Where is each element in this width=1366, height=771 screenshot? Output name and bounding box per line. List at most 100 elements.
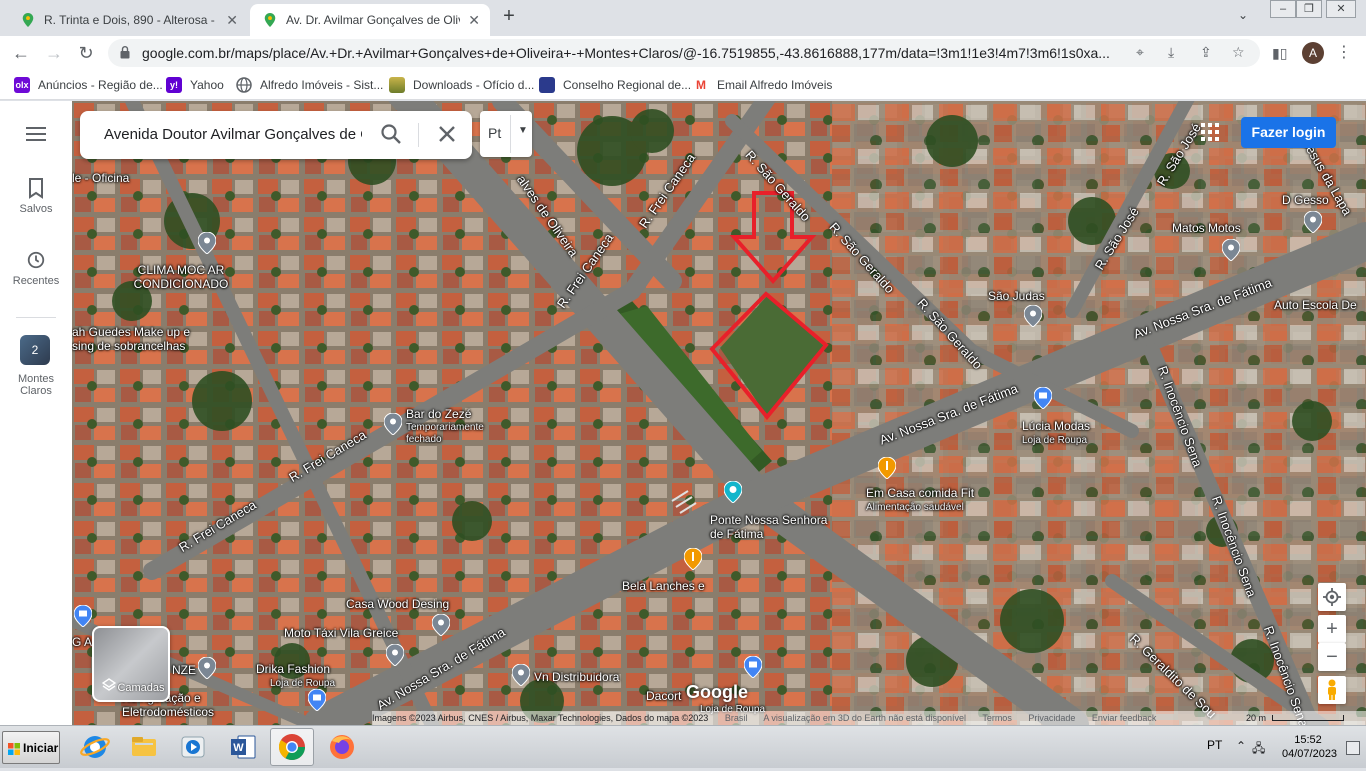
input-language-indicator[interactable]: PT: [1207, 738, 1222, 752]
privacy-link[interactable]: Privacidade: [1028, 713, 1075, 723]
bookmark-olx[interactable]: olx Anúncios - Região de...: [14, 77, 163, 93]
taskbar-word[interactable]: W: [221, 728, 265, 766]
minimize-button[interactable]: –: [1270, 0, 1296, 18]
location-icon[interactable]: ⌖: [1136, 44, 1144, 61]
satellite-map[interactable]: R. Frei Caneca R. Frei Caneca R. Frei Ca…: [72, 101, 1366, 725]
place-label[interactable]: G A: [72, 635, 92, 649]
bookmark-downloads[interactable]: Downloads - Ofício d...: [389, 77, 534, 93]
map-pin-icon[interactable]: [384, 413, 402, 435]
side-panel-icon[interactable]: ▮▯: [1272, 45, 1287, 62]
feedback-link[interactable]: Enviar feedback: [1092, 713, 1157, 723]
my-location-button[interactable]: [1318, 583, 1346, 611]
map-pin-icon[interactable]: [386, 644, 404, 666]
input-tools-button[interactable]: Pt ▼: [480, 111, 532, 157]
star-icon[interactable]: ☆: [1232, 44, 1245, 61]
shopping-pin-icon[interactable]: [744, 656, 762, 678]
shopping-pin-icon[interactable]: [308, 689, 326, 711]
taskbar-media-player[interactable]: [171, 728, 215, 766]
place-label[interactable]: NZE: [172, 663, 196, 677]
taskbar-internet-explorer[interactable]: [73, 728, 117, 766]
place-label[interactable]: Casa Wood Desing: [346, 597, 449, 611]
place-label[interactable]: Lúcia Modas: [1022, 419, 1090, 433]
terms-link[interactable]: Termos: [982, 713, 1012, 723]
country-link[interactable]: Brasil: [725, 713, 748, 723]
layers-button[interactable]: Camadas: [92, 626, 170, 702]
maps-search-box[interactable]: Avenida Doutor Avilmar Gonçalves de Oliv…: [80, 111, 472, 159]
place-label[interactable]: Vn Distribuidora: [534, 670, 619, 684]
tray-expand-icon[interactable]: ⌃: [1236, 739, 1246, 753]
place-label[interactable]: D Gesso: [1282, 193, 1329, 207]
close-icon[interactable]: [436, 123, 458, 145]
search-input[interactable]: Avenida Doutor Avilmar Gonçalves de Oliv…: [104, 126, 362, 143]
taskbar-firefox[interactable]: [320, 728, 364, 766]
apps-grid-icon[interactable]: [1200, 122, 1220, 142]
share-icon[interactable]: ⇪: [1200, 44, 1212, 61]
taskbar-chrome[interactable]: [270, 728, 314, 766]
taskbar-file-explorer[interactable]: [122, 728, 166, 766]
start-button[interactable]: Iniciar: [2, 731, 60, 764]
close-icon[interactable]: ✕: [468, 12, 480, 29]
place-label[interactable]: Drika Fashion: [256, 662, 330, 676]
place-label[interactable]: Matos Motos: [1172, 221, 1241, 235]
shopping-pin-icon[interactable]: [74, 605, 92, 627]
back-button[interactable]: ←: [9, 41, 33, 65]
place-label[interactable]: CLIMA MOC AR CONDICIONADO: [126, 263, 236, 291]
kebab-menu-icon[interactable]: ⋮: [1336, 42, 1352, 62]
street-view-pegman[interactable]: [1318, 676, 1346, 704]
lock-icon[interactable]: [120, 46, 130, 59]
search-icon[interactable]: [380, 123, 402, 145]
place-label[interactable]: Dacort: [646, 689, 681, 703]
saved-button[interactable]: Salvos: [0, 177, 72, 215]
shopping-pin-icon[interactable]: [1034, 387, 1052, 409]
maps-pin-icon: [264, 13, 276, 27]
chevron-down-icon[interactable]: ▼: [518, 125, 528, 136]
new-tab-button[interactable]: +: [498, 6, 520, 28]
restore-button[interactable]: ❐: [1296, 0, 1322, 18]
zoom-out-button[interactable]: −: [1318, 643, 1346, 671]
place-label[interactable]: Bar do Zezé: [406, 407, 471, 421]
map-pin-icon[interactable]: [1304, 211, 1322, 233]
bookmark-email[interactable]: M Email Alfredo Imóveis: [693, 77, 832, 93]
place-label[interactable]: Em Casa comida Fit: [866, 486, 974, 500]
place-label[interactable]: Bela Lanches e: [622, 579, 705, 593]
bookmark-conselho[interactable]: Conselho Regional de...: [539, 77, 691, 93]
login-button[interactable]: Fazer login: [1241, 117, 1336, 148]
map-pin-icon[interactable]: [432, 614, 450, 636]
forward-button[interactable]: →: [42, 41, 66, 65]
restaurant-pin-icon[interactable]: [684, 548, 702, 570]
place-label[interactable]: São Judas: [988, 289, 1045, 303]
hamburger-menu-icon[interactable]: [26, 127, 46, 145]
tab-avilmar[interactable]: Av. Dr. Avilmar Gonçalves de Oliveira - …: [250, 4, 490, 36]
bookmark-yahoo[interactable]: y! Yahoo: [166, 77, 224, 93]
profile-avatar[interactable]: A: [1302, 42, 1324, 64]
recent-place-thumbnail[interactable]: 2: [20, 335, 50, 365]
system-clock[interactable]: 15:52 04/07/2023: [1282, 733, 1337, 761]
zoom-in-button[interactable]: +: [1318, 615, 1346, 643]
tab-alterosa[interactable]: R. Trinta e Dois, 890 - Alterosa - Googl…: [8, 4, 248, 36]
map-pin-icon[interactable]: [198, 232, 216, 254]
place-label[interactable]: Ponte Nossa Senhora de Fátima: [710, 513, 830, 541]
recent-place-montes-claros[interactable]: Montes Claros: [0, 373, 72, 397]
camera-pin-icon[interactable]: [724, 481, 742, 503]
close-window-button[interactable]: ✕: [1326, 0, 1356, 18]
bookmark-alfredo[interactable]: Alfredo Imóveis - Sist...: [236, 77, 383, 93]
address-bar[interactable]: google.com.br/maps/place/Av.+Dr.+Avilmar…: [108, 39, 1260, 67]
restaurant-pin-icon[interactable]: [878, 457, 896, 479]
place-label[interactable]: ah Guedes Make up e sing de sobrancelhas: [72, 325, 212, 353]
map-pin-icon[interactable]: [512, 664, 530, 686]
map-pin-icon[interactable]: [198, 657, 216, 679]
show-desktop-button[interactable]: [1346, 741, 1360, 755]
place-label[interactable]: Moto Táxi Vila Greice: [284, 626, 398, 640]
network-icon[interactable]: 🖧: [1252, 739, 1265, 760]
place-label[interactable]: le - Oficina: [72, 171, 129, 185]
map-pin-icon[interactable]: [1024, 305, 1042, 327]
reload-button[interactable]: ↻: [74, 41, 98, 65]
chevron-down-icon[interactable]: ⌄: [1238, 8, 1248, 22]
recents-button[interactable]: Recentes: [0, 249, 72, 287]
map-pin-icon[interactable]: [1222, 239, 1240, 261]
place-label[interactable]: Auto Escola De: [1274, 298, 1357, 312]
scale-label[interactable]: 20 m: [1246, 711, 1266, 725]
close-icon[interactable]: ✕: [226, 12, 238, 29]
install-icon[interactable]: ⤓: [1168, 44, 1174, 61]
url-text[interactable]: google.com.br/maps/place/Av.+Dr.+Avilmar…: [142, 45, 1132, 61]
